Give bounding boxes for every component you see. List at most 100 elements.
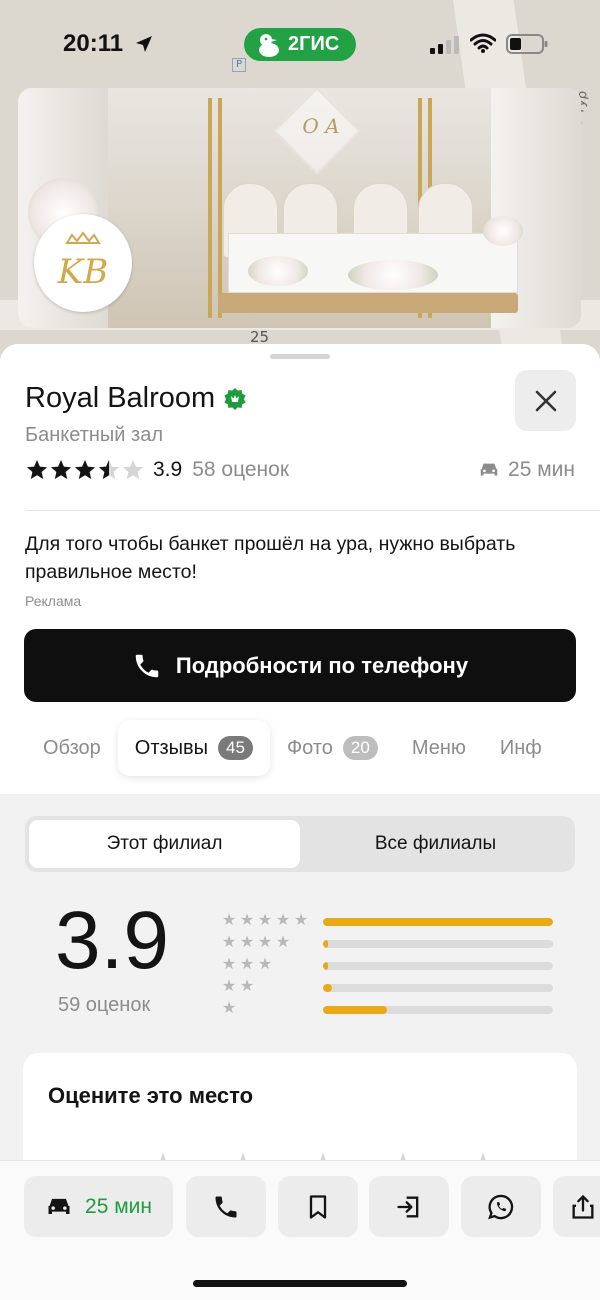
battery-icon	[506, 34, 548, 54]
distribution-bar-fill	[323, 940, 328, 948]
tab-label: Фото	[286, 736, 333, 759]
distribution-stars: ★ ★ ★ ★	[220, 933, 292, 951]
star-icon: ★	[239, 954, 255, 973]
share-button[interactable]	[553, 1176, 600, 1237]
tab-count-badge: 20	[342, 736, 378, 760]
bookmark-button[interactable]	[278, 1176, 358, 1237]
distribution-bar	[323, 940, 553, 948]
distribution-row-1: ★	[220, 998, 560, 1020]
call-button[interactable]	[186, 1176, 266, 1237]
distribution-bar-fill	[323, 984, 333, 992]
banner-monogram: O A	[302, 114, 340, 138]
place-card-header: Royal Balroom Банкетный зал 3.9 58 оцено…	[0, 344, 600, 794]
star-icon: ★	[257, 954, 273, 973]
home-indicator[interactable]	[193, 1280, 407, 1287]
distribution-bar-fill	[323, 962, 328, 970]
phone-icon	[135, 654, 159, 677]
branch-segmented-control: Этот филиал Все филиалы	[25, 816, 575, 872]
place-title: Royal Balroom	[25, 382, 216, 414]
distribution-stars: ★ ★	[220, 977, 256, 995]
distribution-bar	[323, 984, 553, 992]
banner-stage	[218, 293, 518, 313]
rating-count: 58 оценок	[192, 458, 290, 481]
ad-text: Для того чтобы банкет прошёл на ура, нуж…	[25, 533, 516, 583]
rating-distribution: ★ ★ ★ ★ ★ ★ ★ ★ ★ ★ ★ ★ ★ ★ ★	[220, 910, 560, 1020]
close-button[interactable]	[515, 370, 576, 431]
signal-icon	[430, 36, 459, 54]
distribution-row-4: ★ ★ ★ ★	[220, 932, 560, 954]
segment-this-branch[interactable]: Этот филиал	[29, 820, 300, 868]
star-icon: ★	[257, 910, 273, 929]
place-logo[interactable]: KB	[34, 214, 132, 312]
distribution-row-5: ★ ★ ★ ★ ★	[220, 910, 560, 932]
wifi-icon	[470, 33, 496, 53]
star-icon: ★	[257, 932, 273, 951]
distribution-bar-fill	[323, 1006, 388, 1014]
distribution-row-2: ★ ★	[220, 976, 560, 998]
rate-place-title: Оцените это место	[48, 1083, 254, 1108]
rating-stars	[25, 458, 145, 482]
distribution-bar	[323, 962, 553, 970]
average-rating: 3.9	[55, 895, 169, 986]
title-row: Royal Balroom	[25, 382, 247, 415]
logo-monogram: KB	[57, 252, 108, 292]
tab-label: Обзор	[43, 736, 101, 759]
distribution-stars: ★ ★ ★ ★ ★	[220, 911, 310, 929]
star-icon: ★	[239, 910, 255, 929]
half-star-icon	[99, 460, 119, 479]
distribution-stars: ★	[220, 999, 238, 1017]
phone-details-label: Подробности по телефону	[175, 652, 469, 678]
star-icon	[51, 460, 71, 479]
share-icon	[572, 1194, 594, 1219]
tab-label: Меню	[411, 736, 466, 759]
drive-time[interactable]: 25 мин	[478, 458, 575, 482]
close-icon	[535, 390, 556, 411]
banner-gold-column	[208, 98, 212, 318]
segment-all-branches[interactable]: Все филиалы	[300, 820, 571, 868]
drive-time-label: 25 мин	[508, 458, 575, 481]
ad-label: Реклама	[25, 593, 82, 609]
bottom-action-bar: 25 мин	[0, 1160, 600, 1300]
status-bar: 20:11 2ГИС	[0, 0, 600, 90]
star-icon: ★	[275, 932, 291, 951]
car-icon	[48, 1198, 70, 1214]
sheet-grab-handle[interactable]	[270, 354, 330, 359]
tab-count-badge: 45	[218, 736, 253, 760]
banner-flowers	[348, 260, 438, 290]
star-icon: ★	[221, 998, 237, 1017]
tab-info[interactable]: Инф	[483, 720, 559, 776]
star-icon: ★	[239, 932, 255, 951]
car-icon	[480, 463, 498, 476]
whatsapp-button[interactable]	[461, 1176, 541, 1237]
banner-flowers	[483, 216, 523, 246]
enter-icon	[397, 1196, 419, 1217]
tab-photos[interactable]: Фото 20	[270, 720, 395, 776]
phone-icon	[215, 1196, 237, 1217]
distribution-row-3: ★ ★ ★	[220, 954, 560, 976]
tab-reviews[interactable]: Отзывы 45	[117, 720, 270, 776]
tab-label: Инф	[499, 736, 542, 759]
route-time-label: 25 мин	[85, 1194, 152, 1218]
duck-icon	[259, 33, 279, 57]
route-button[interactable]: 25 мин	[24, 1176, 173, 1237]
whatsapp-icon	[488, 1194, 514, 1219]
rating-value: 3.9	[153, 458, 183, 481]
star-icon	[75, 460, 95, 479]
star-icon: ★	[293, 910, 309, 929]
tab-bar: Обзор Отзывы 45 Фото 20 Меню Инф	[0, 719, 600, 777]
brand-pill[interactable]: 2ГИС	[244, 28, 356, 61]
rating-row[interactable]: 3.9 58 оценок	[25, 458, 289, 482]
location-arrow-icon	[136, 36, 152, 52]
star-icon: ★	[275, 910, 291, 929]
tab-overview[interactable]: Обзор	[26, 720, 118, 776]
distribution-stars: ★ ★ ★	[220, 955, 274, 973]
entrance-button[interactable]	[369, 1176, 449, 1237]
crown-logo-icon: KB	[43, 223, 123, 303]
distribution-bar	[323, 1006, 553, 1014]
tab-menu[interactable]: Меню	[395, 720, 483, 776]
tab-label: Отзывы	[134, 736, 209, 759]
banner-flowers	[248, 256, 308, 286]
place-card-sheet: Royal Balroom Банкетный зал 3.9 58 оцено…	[0, 344, 600, 1300]
phone-details-button[interactable]: Подробности по телефону	[24, 629, 576, 702]
star-icon	[27, 460, 47, 479]
